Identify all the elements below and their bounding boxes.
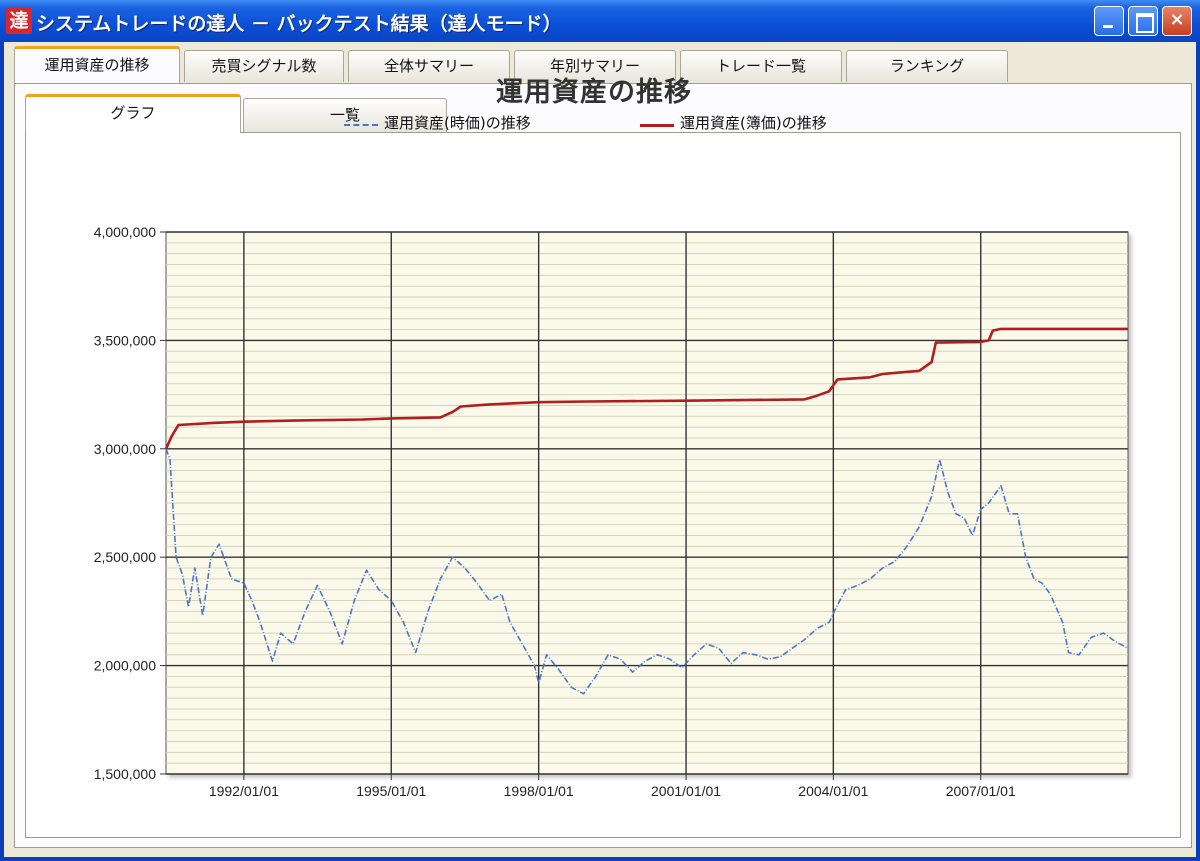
x-tick-label: 1995/01/01 <box>356 783 426 799</box>
x-tick-label: 2004/01/01 <box>798 783 868 799</box>
y-tick-label: 4,000,000 <box>94 224 156 240</box>
y-tick-label: 2,000,000 <box>94 658 156 674</box>
y-tick-label: 1,500,000 <box>94 766 156 782</box>
y-axis: 4,000,000 3,500,000 3,000,000 2,500,000 2,00… <box>94 224 166 782</box>
x-axis: 1992/01/01 1995/01/01 1998/01/01 2001/01/01… <box>209 774 1016 799</box>
x-tick-label: 2007/01/01 <box>946 783 1016 799</box>
y-tick-label: 3,000,000 <box>94 441 156 457</box>
x-tick-label: 2001/01/01 <box>651 783 721 799</box>
subtab-graph[interactable]: グラフ <box>25 94 241 133</box>
x-tick-label: 1998/01/01 <box>504 783 574 799</box>
x-tick-label: 1992/01/01 <box>209 783 279 799</box>
y-tick-label: 2,500,000 <box>94 549 156 565</box>
y-tick-label: 3,500,000 <box>94 332 156 348</box>
tab-asset-history[interactable]: 運用資産の推移 <box>14 46 180 83</box>
app-window: 達 システムトレードの達人 － バックテスト結果（達人モード） × 運用資産の推… <box>0 0 1200 861</box>
